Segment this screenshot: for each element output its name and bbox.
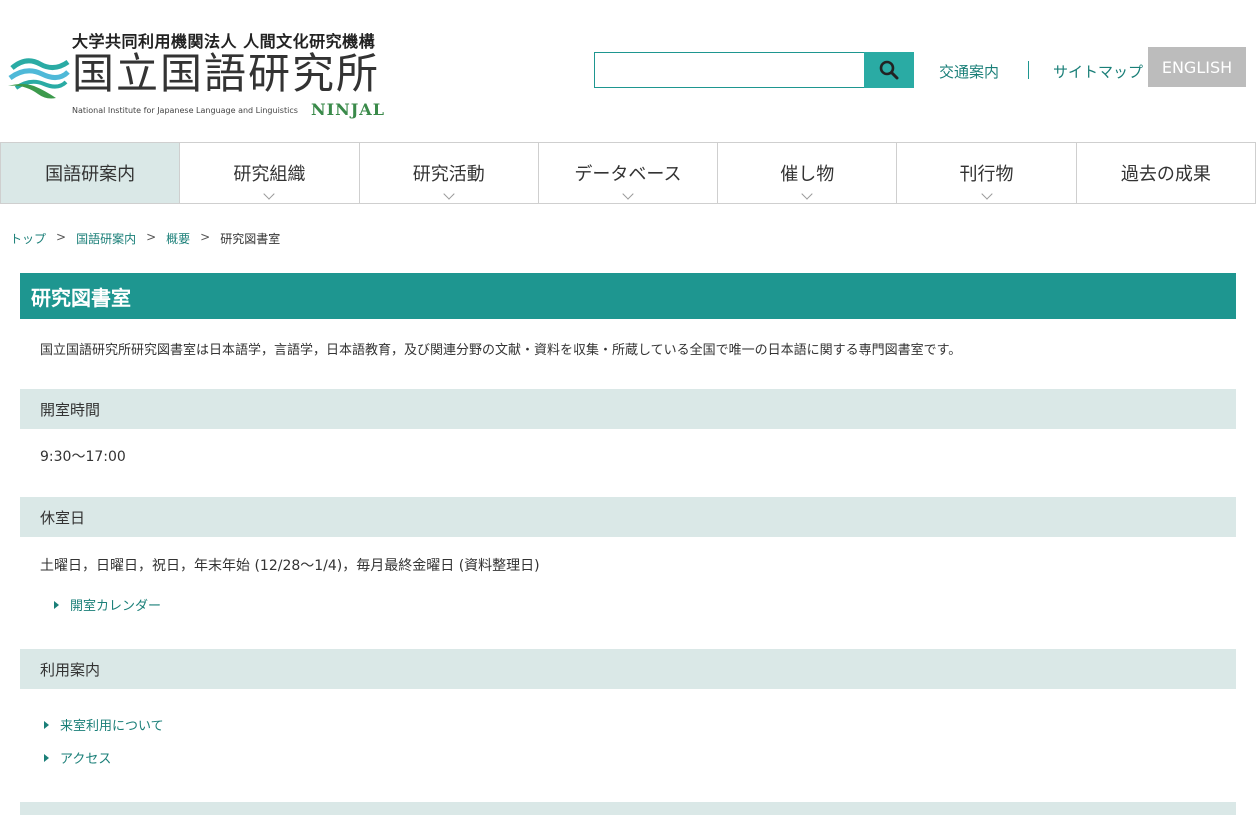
access-link[interactable]: 交通案内 <box>939 61 999 82</box>
section-heading-closed: 休室日 <box>20 497 1236 537</box>
chevron-down-icon <box>263 188 276 200</box>
chevron-down-icon <box>801 188 813 200</box>
triangle-right-icon <box>54 600 59 609</box>
section-heading-next <box>20 802 1236 815</box>
access-info-link-label: アクセス <box>60 752 112 767</box>
gnav-item-publications[interactable]: 刊行物 <box>897 143 1077 203</box>
search-icon <box>879 60 899 80</box>
gnav-item-about[interactable]: 国語研案内 <box>0 143 181 203</box>
visit-link[interactable]: 来室利用について <box>44 715 164 734</box>
gnav-label: 催し物 <box>780 164 835 185</box>
gnav-item-research[interactable]: 研究活動 <box>360 143 539 203</box>
sitemap-link[interactable]: サイトマップ <box>1053 61 1143 82</box>
access-info-link[interactable]: アクセス <box>44 748 111 767</box>
english-button[interactable]: ENGLISH <box>1148 47 1246 87</box>
breadcrumb-link-top[interactable]: トップ <box>10 230 46 247</box>
gnav-label: 刊行物 <box>959 164 1014 185</box>
breadcrumb: トップ > 国語研案内 > 概要 > 研究図書室 <box>10 230 280 247</box>
search-button[interactable] <box>864 52 914 88</box>
site-header: 大学共同利用機関法人 人間文化研究機構 国立国語研究所 National Ins… <box>0 0 1256 142</box>
search-input[interactable] <box>594 52 864 88</box>
visit-link-label: 来室利用について <box>60 719 164 734</box>
gnav-label: 国語研案内 <box>45 164 136 185</box>
site-logo[interactable]: 大学共同利用機関法人 人間文化研究機構 国立国語研究所 National Ins… <box>6 28 386 120</box>
breadcrumb-link-about[interactable]: 国語研案内 <box>76 230 136 247</box>
gnav-item-events[interactable]: 催し物 <box>718 143 898 203</box>
calendar-link-label: 開室カレンダー <box>70 599 162 614</box>
section-heading-usage: 利用案内 <box>20 649 1236 689</box>
intro-text: 国立国語研究所研究図書室は日本語学，言語学，日本語教育，及び関連分野の文献・資料… <box>40 343 962 358</box>
gnav-item-past-results[interactable]: 過去の成果 <box>1077 143 1256 203</box>
breadcrumb-current: 研究図書室 <box>220 232 281 246</box>
logo-site-name: 国立国語研究所 <box>72 49 381 98</box>
hours-text: 9:30～17:00 <box>40 449 126 465</box>
wave-leaf-icon <box>8 58 70 99</box>
chevron-down-icon <box>622 188 634 200</box>
triangle-right-icon <box>44 720 49 729</box>
gnav-item-organization[interactable]: 研究組織 <box>180 143 360 203</box>
logo-abbr: NINJAL <box>311 100 385 119</box>
triangle-right-icon <box>44 753 49 762</box>
calendar-link[interactable]: 開室カレンダー <box>54 595 161 614</box>
gnav-item-database[interactable]: データベース <box>539 143 719 203</box>
chevron-down-icon <box>980 188 993 200</box>
chevron-down-icon <box>443 188 455 200</box>
breadcrumb-separator: > <box>200 230 211 244</box>
gnav-label: 研究活動 <box>412 164 485 185</box>
gnav-label: 過去の成果 <box>1120 164 1211 185</box>
global-nav: 国語研案内 研究組織 研究活動 データベース 催し物 刊行物 過去の成果 <box>0 142 1256 204</box>
logo-site-name-en: National Institute for Japanese Language… <box>72 106 298 115</box>
gnav-label: 研究組織 <box>233 164 306 185</box>
breadcrumb-link-overview[interactable]: 概要 <box>166 230 190 247</box>
closed-days-text: 土曜日，日曜日，祝日，年末年始 (12/28～1/4)，毎月最終金曜日 (資料整… <box>40 558 540 574</box>
page-title: 研究図書室 <box>20 273 1236 319</box>
search-form <box>594 52 914 88</box>
section-heading-hours: 開室時間 <box>20 389 1236 429</box>
gnav-label: データベース <box>574 164 682 185</box>
util-divider <box>1028 61 1029 79</box>
breadcrumb-separator: > <box>56 230 67 244</box>
breadcrumb-separator: > <box>146 230 157 244</box>
